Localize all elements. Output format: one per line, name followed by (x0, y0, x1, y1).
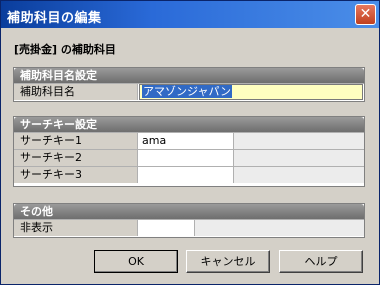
page-title: [売掛金] の補助科目 (14, 43, 116, 56)
row-filler (194, 220, 364, 236)
row-filler (233, 150, 364, 166)
selected-text: アマゾンジャパン (142, 85, 232, 98)
search-key-3-input[interactable] (139, 167, 233, 183)
form-row-search-key-1: サーチキー1 ama (14, 132, 364, 149)
search-key-2-input[interactable] (139, 150, 233, 166)
hidden-flag-input[interactable] (139, 220, 194, 236)
dialog-window: 補助科目の編集 ✕ [売掛金] の補助科目 補助科目名設定 補助科目名 アマゾン… (0, 0, 380, 285)
title-bar[interactable]: 補助科目の編集 ✕ (1, 1, 379, 28)
field-label: サーチキー2 (14, 150, 138, 166)
row-filler (233, 167, 364, 183)
name-settings-group: 補助科目名設定 補助科目名 アマゾンジャパン (13, 67, 365, 102)
search-key-1-input[interactable]: ama (139, 133, 233, 149)
form-row-subaccount-name: 補助科目名 アマゾンジャパン (14, 83, 364, 100)
field-label: 非表示 (14, 220, 138, 236)
cancel-button[interactable]: キャンセル (186, 250, 270, 273)
group-header: サーチキー設定 (14, 117, 364, 132)
group-header: 補助科目名設定 (14, 68, 364, 83)
field-label: サーチキー1 (14, 133, 138, 149)
form-row-hidden: 非表示 (14, 219, 364, 236)
field-label: 補助科目名 (14, 84, 138, 100)
ok-button[interactable]: OK (94, 250, 178, 273)
subaccount-name-input[interactable]: アマゾンジャパン (139, 84, 363, 100)
row-filler (233, 133, 364, 149)
field-label: サーチキー3 (14, 167, 138, 183)
other-group: その他 非表示 (13, 203, 365, 238)
search-key-group: サーチキー設定 サーチキー1 ama サーチキー2 サーチキー3 (13, 116, 365, 187)
group-header: その他 (14, 204, 364, 219)
form-row-search-key-2: サーチキー2 (14, 149, 364, 166)
dialog-body: [売掛金] の補助科目 補助科目名設定 補助科目名 アマゾンジャパン サーチキー… (1, 28, 379, 284)
window-title: 補助科目の編集 (7, 11, 102, 26)
help-button[interactable]: ヘルプ (279, 250, 363, 273)
form-row-search-key-3: サーチキー3 (14, 166, 364, 183)
close-icon[interactable]: ✕ (355, 4, 376, 25)
